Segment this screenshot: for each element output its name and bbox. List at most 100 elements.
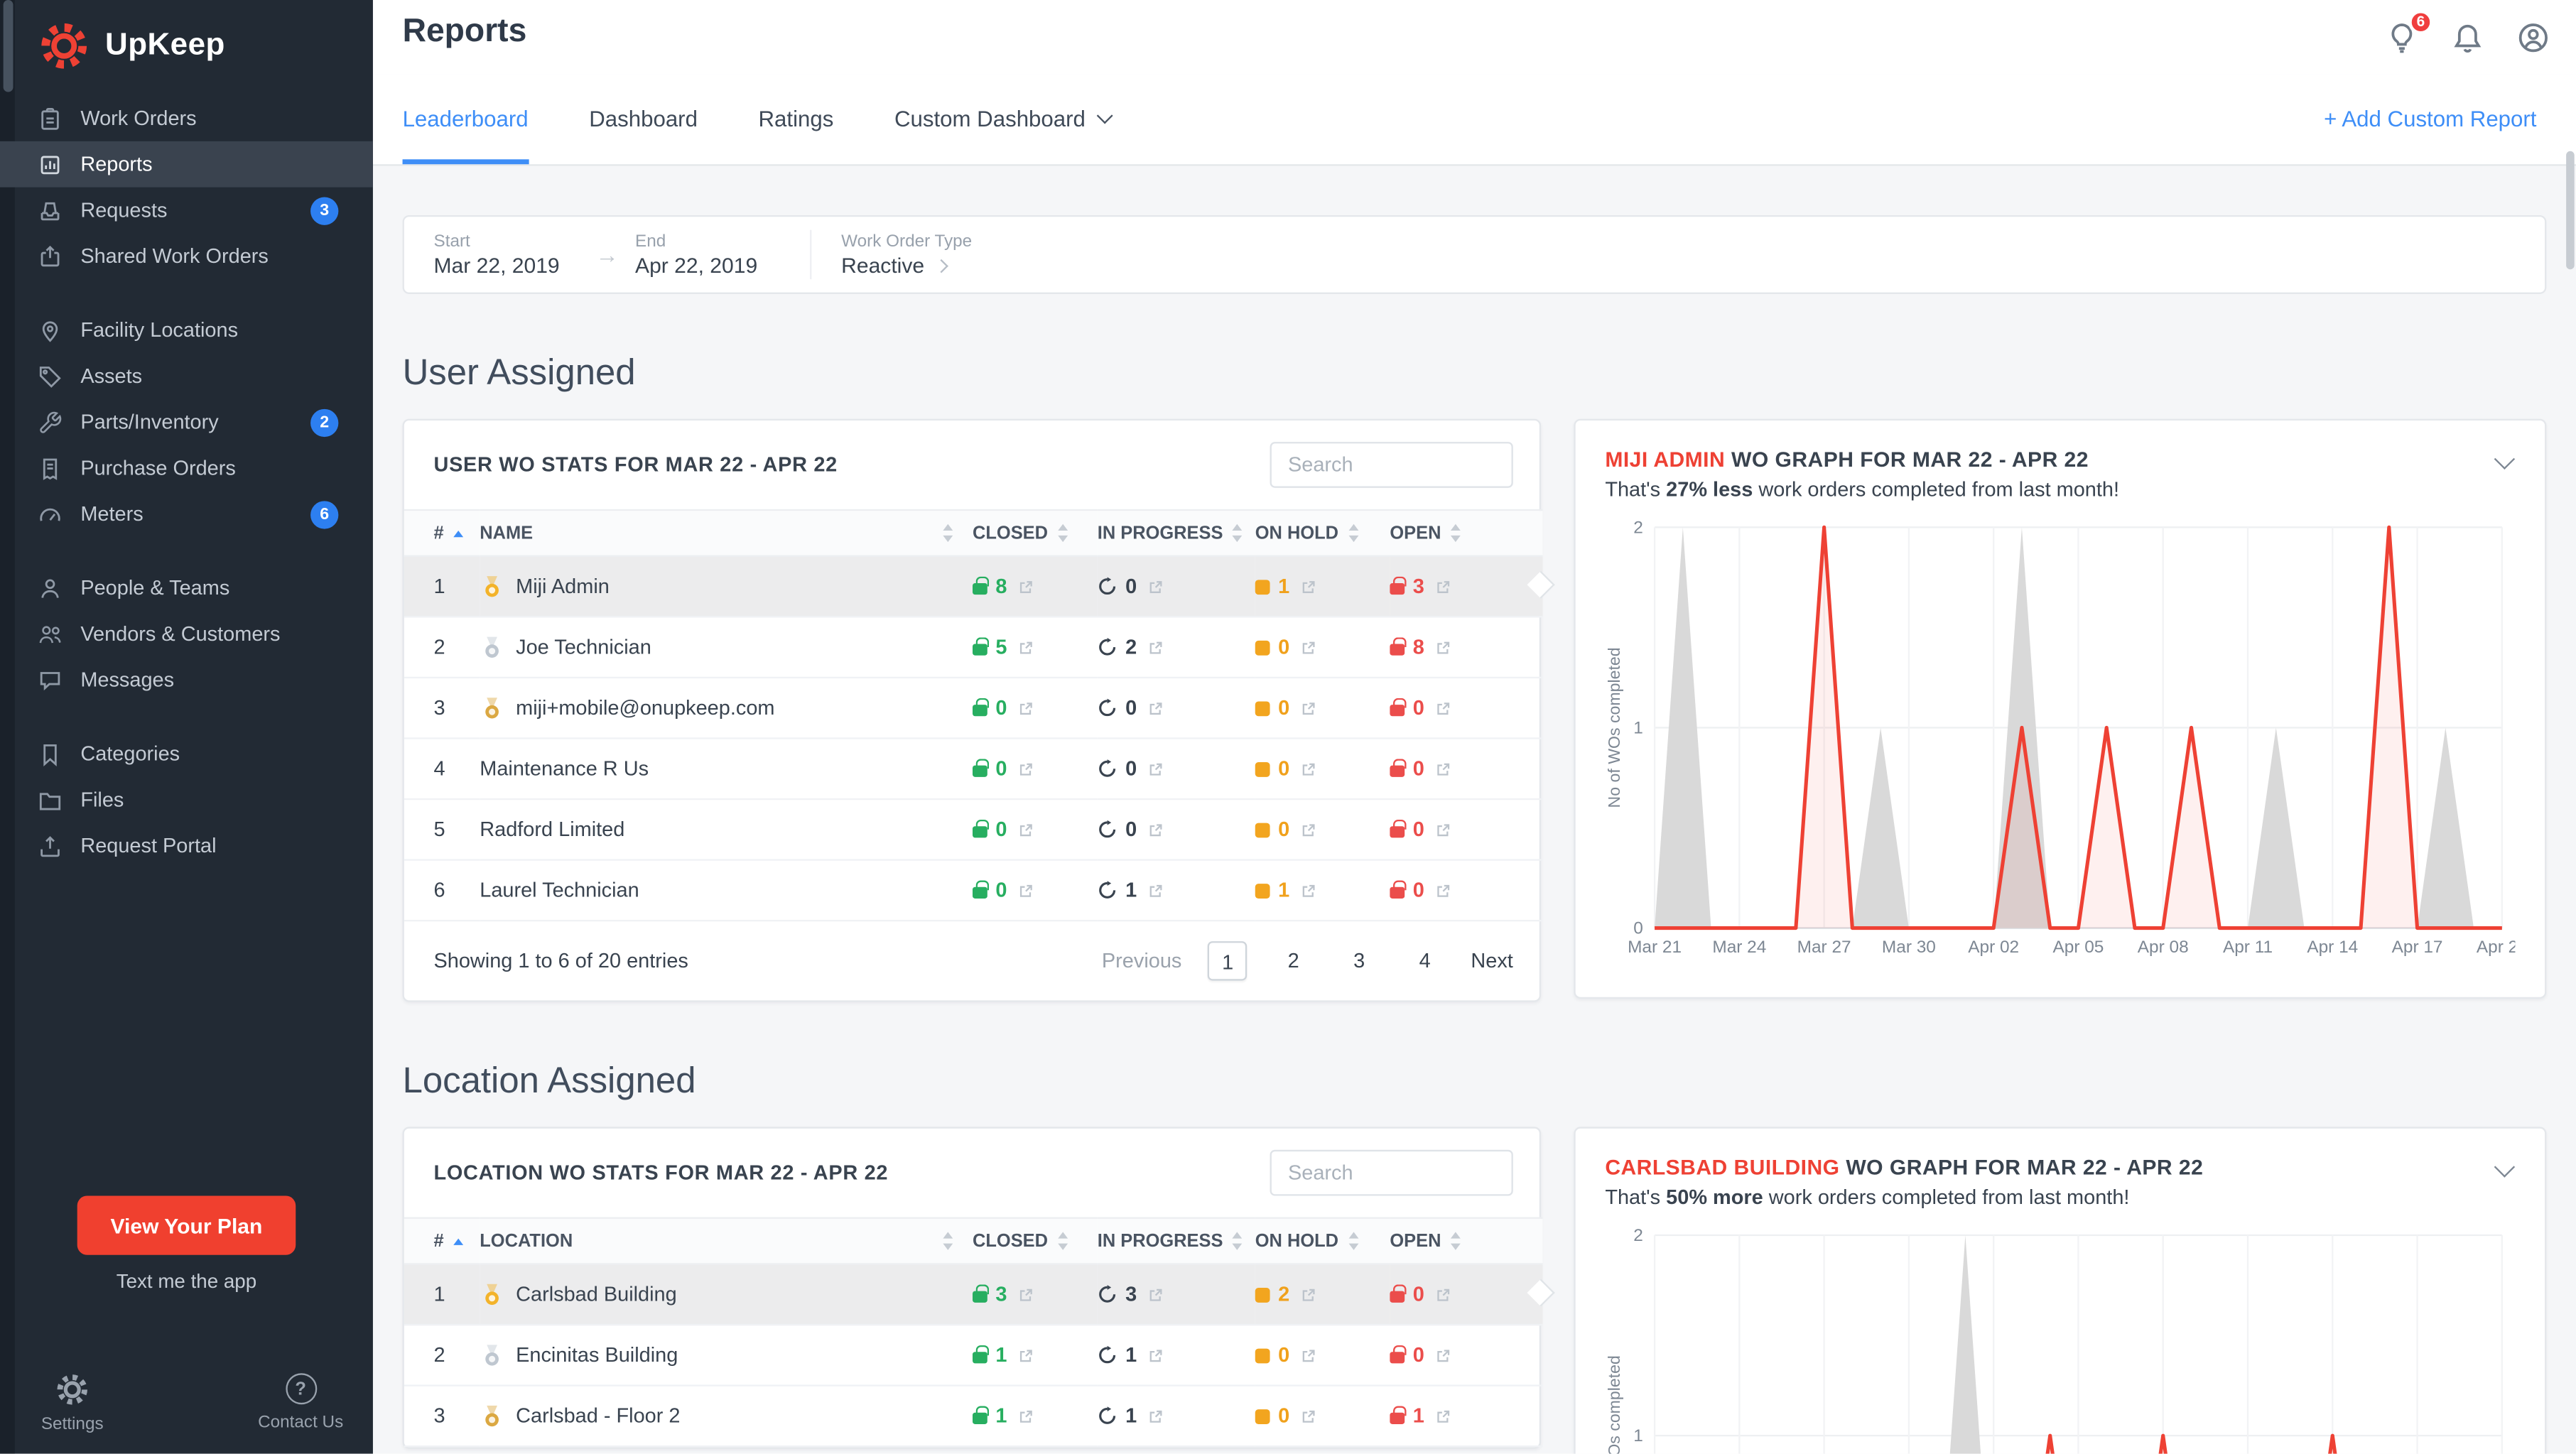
external-link-icon[interactable] (1148, 640, 1163, 655)
pagination-page-2[interactable]: 2 (1274, 941, 1314, 981)
sidebar-item-shared-work-orders[interactable]: Shared Work Orders (0, 233, 373, 279)
sidebar-item-meters[interactable]: Meters6 (0, 491, 373, 537)
pagination-next[interactable]: Next (1471, 950, 1512, 972)
sidebar-item-messages[interactable]: Messages (0, 657, 373, 703)
external-link-icon[interactable] (1436, 700, 1451, 715)
external-link-icon[interactable] (1019, 640, 1034, 655)
user-search-input[interactable] (1270, 442, 1513, 488)
column-header-rank[interactable]: # (404, 1218, 480, 1264)
end-date-picker[interactable]: End Apr 22, 2019 (635, 230, 757, 279)
external-link-icon[interactable] (1301, 822, 1316, 837)
sidebar-scrollbar-thumb[interactable] (2, 0, 12, 92)
external-link-icon[interactable] (1301, 883, 1316, 898)
external-link-icon[interactable] (1019, 822, 1034, 837)
pagination-page-3[interactable]: 3 (1339, 941, 1379, 981)
column-header-open[interactable]: OPEN (1390, 1218, 1542, 1264)
pagination-previous[interactable]: Previous (1102, 950, 1181, 972)
external-link-icon[interactable] (1436, 1287, 1451, 1302)
column-header-on-hold[interactable]: ON HOLD (1255, 510, 1390, 556)
external-link-icon[interactable] (1019, 1347, 1034, 1362)
external-link-icon[interactable] (1436, 1409, 1451, 1423)
sidebar-item-reports[interactable]: Reports (0, 141, 373, 188)
sidebar-item-assets[interactable]: Assets (0, 353, 373, 399)
external-link-icon[interactable] (1019, 700, 1034, 715)
external-link-icon[interactable] (1301, 1347, 1316, 1362)
sidebar-item-work-orders[interactable]: Work Orders (0, 95, 373, 141)
sidebar-item-label: Vendors & Customers (80, 622, 280, 645)
sidebar-item-files[interactable]: Files (0, 777, 373, 823)
column-header-location[interactable]: LOCATION (480, 1218, 973, 1264)
external-link-icon[interactable] (1436, 822, 1451, 837)
external-link-icon[interactable] (1019, 579, 1034, 594)
pagination-page-4[interactable]: 4 (1405, 941, 1445, 981)
external-link-icon[interactable] (1148, 579, 1163, 594)
sidebar-item-requests[interactable]: Requests3 (0, 188, 373, 234)
work-order-type-picker[interactable]: Work Order Type Reactive (812, 230, 973, 279)
column-header-in-progress[interactable]: IN PROGRESS (1098, 1218, 1255, 1264)
page-scrollbar-thumb[interactable] (2566, 151, 2575, 270)
column-header-rank[interactable]: # (404, 510, 480, 556)
location-search-input[interactable] (1270, 1150, 1513, 1196)
external-link-icon[interactable] (1301, 1287, 1316, 1302)
table-row[interactable]: 3 miji+mobile@onupkeep.com 0 0 0 0 (404, 678, 1543, 739)
external-link-icon[interactable] (1148, 1287, 1163, 1302)
table-row[interactable]: 1 Miji Admin 8 0 1 3 (404, 556, 1543, 617)
external-link-icon[interactable] (1436, 761, 1451, 776)
external-link-icon[interactable] (1436, 640, 1451, 655)
external-link-icon[interactable] (1301, 640, 1316, 655)
page-scrollbar[interactable] (2565, 0, 2576, 1454)
start-date-picker[interactable]: Start Mar 22, 2019 (404, 230, 560, 279)
text-me-the-app-link[interactable]: Text me the app (0, 1270, 373, 1293)
view-your-plan-button[interactable]: View Your Plan (77, 1196, 296, 1255)
external-link-icon[interactable] (1019, 761, 1034, 776)
column-header-on-hold[interactable]: ON HOLD (1255, 1218, 1390, 1264)
external-link-icon[interactable] (1436, 1347, 1451, 1362)
external-link-icon[interactable] (1148, 1409, 1163, 1423)
settings-button[interactable]: Settings (26, 1373, 119, 1434)
table-row[interactable]: 2 Joe Technician 5 2 0 8 (404, 617, 1543, 678)
tab-custom-dashboard[interactable]: Custom Dashboard (894, 74, 1110, 164)
table-row[interactable]: 3 Carlsbad - Floor 2 1 1 0 1 (404, 1386, 1543, 1447)
pagination-page-1[interactable]: 1 (1208, 941, 1248, 981)
tab-dashboard[interactable]: Dashboard (589, 74, 698, 164)
notifications-button[interactable] (2451, 21, 2484, 53)
sidebar-item-parts-inventory[interactable]: Parts/Inventory2 (0, 399, 373, 445)
external-link-icon[interactable] (1148, 822, 1163, 837)
column-header-closed[interactable]: CLOSED (973, 510, 1098, 556)
external-link-icon[interactable] (1148, 761, 1163, 776)
external-link-icon[interactable] (1019, 1409, 1034, 1423)
column-header-open[interactable]: OPEN (1390, 510, 1542, 556)
table-row[interactable]: 2 Encinitas Building 1 1 0 0 (404, 1325, 1543, 1386)
column-header-in-progress[interactable]: IN PROGRESS (1098, 510, 1255, 556)
external-link-icon[interactable] (1148, 700, 1163, 715)
sidebar-item-request-portal[interactable]: Request Portal (0, 823, 373, 869)
external-link-icon[interactable] (1301, 700, 1316, 715)
table-row[interactable]: 4 Maintenance R Us 0 0 0 0 (404, 738, 1543, 799)
external-link-icon[interactable] (1436, 883, 1451, 898)
external-link-icon[interactable] (1301, 579, 1316, 594)
external-link-icon[interactable] (1148, 1347, 1163, 1362)
add-custom-report-link[interactable]: + Add Custom Report (2324, 74, 2536, 164)
table-row[interactable]: 5 Radford Limited 0 0 0 0 (404, 799, 1543, 860)
external-link-icon[interactable] (1301, 761, 1316, 776)
profile-button[interactable] (2517, 21, 2550, 53)
contact-us-button[interactable]: ? Contact Us (254, 1373, 347, 1434)
sidebar-item-categories[interactable]: Categories (0, 731, 373, 777)
table-row[interactable]: 6 Laurel Technician 0 1 1 0 (404, 860, 1543, 921)
tips-button[interactable]: 6 (2386, 21, 2418, 53)
external-link-icon[interactable] (1148, 883, 1163, 898)
external-link-icon[interactable] (1301, 1409, 1316, 1423)
tab-ratings[interactable]: Ratings (759, 74, 834, 164)
column-header-closed[interactable]: CLOSED (973, 1218, 1098, 1264)
sidebar-item-people-teams[interactable]: People & Teams (0, 565, 373, 612)
sidebar-item-vendors-customers[interactable]: Vendors & Customers (0, 611, 373, 657)
upkeep-logo[interactable]: UpKeep (0, 0, 373, 70)
table-row[interactable]: 1 Carlsbad Building 3 3 2 0 (404, 1264, 1543, 1325)
external-link-icon[interactable] (1436, 579, 1451, 594)
external-link-icon[interactable] (1019, 1287, 1034, 1302)
column-header-name[interactable]: NAME (480, 510, 973, 556)
external-link-icon[interactable] (1019, 883, 1034, 898)
sidebar-item-purchase-orders[interactable]: Purchase Orders (0, 445, 373, 492)
sidebar-item-facility-locations[interactable]: Facility Locations (0, 307, 373, 353)
tab-leaderboard[interactable]: Leaderboard (403, 74, 529, 164)
